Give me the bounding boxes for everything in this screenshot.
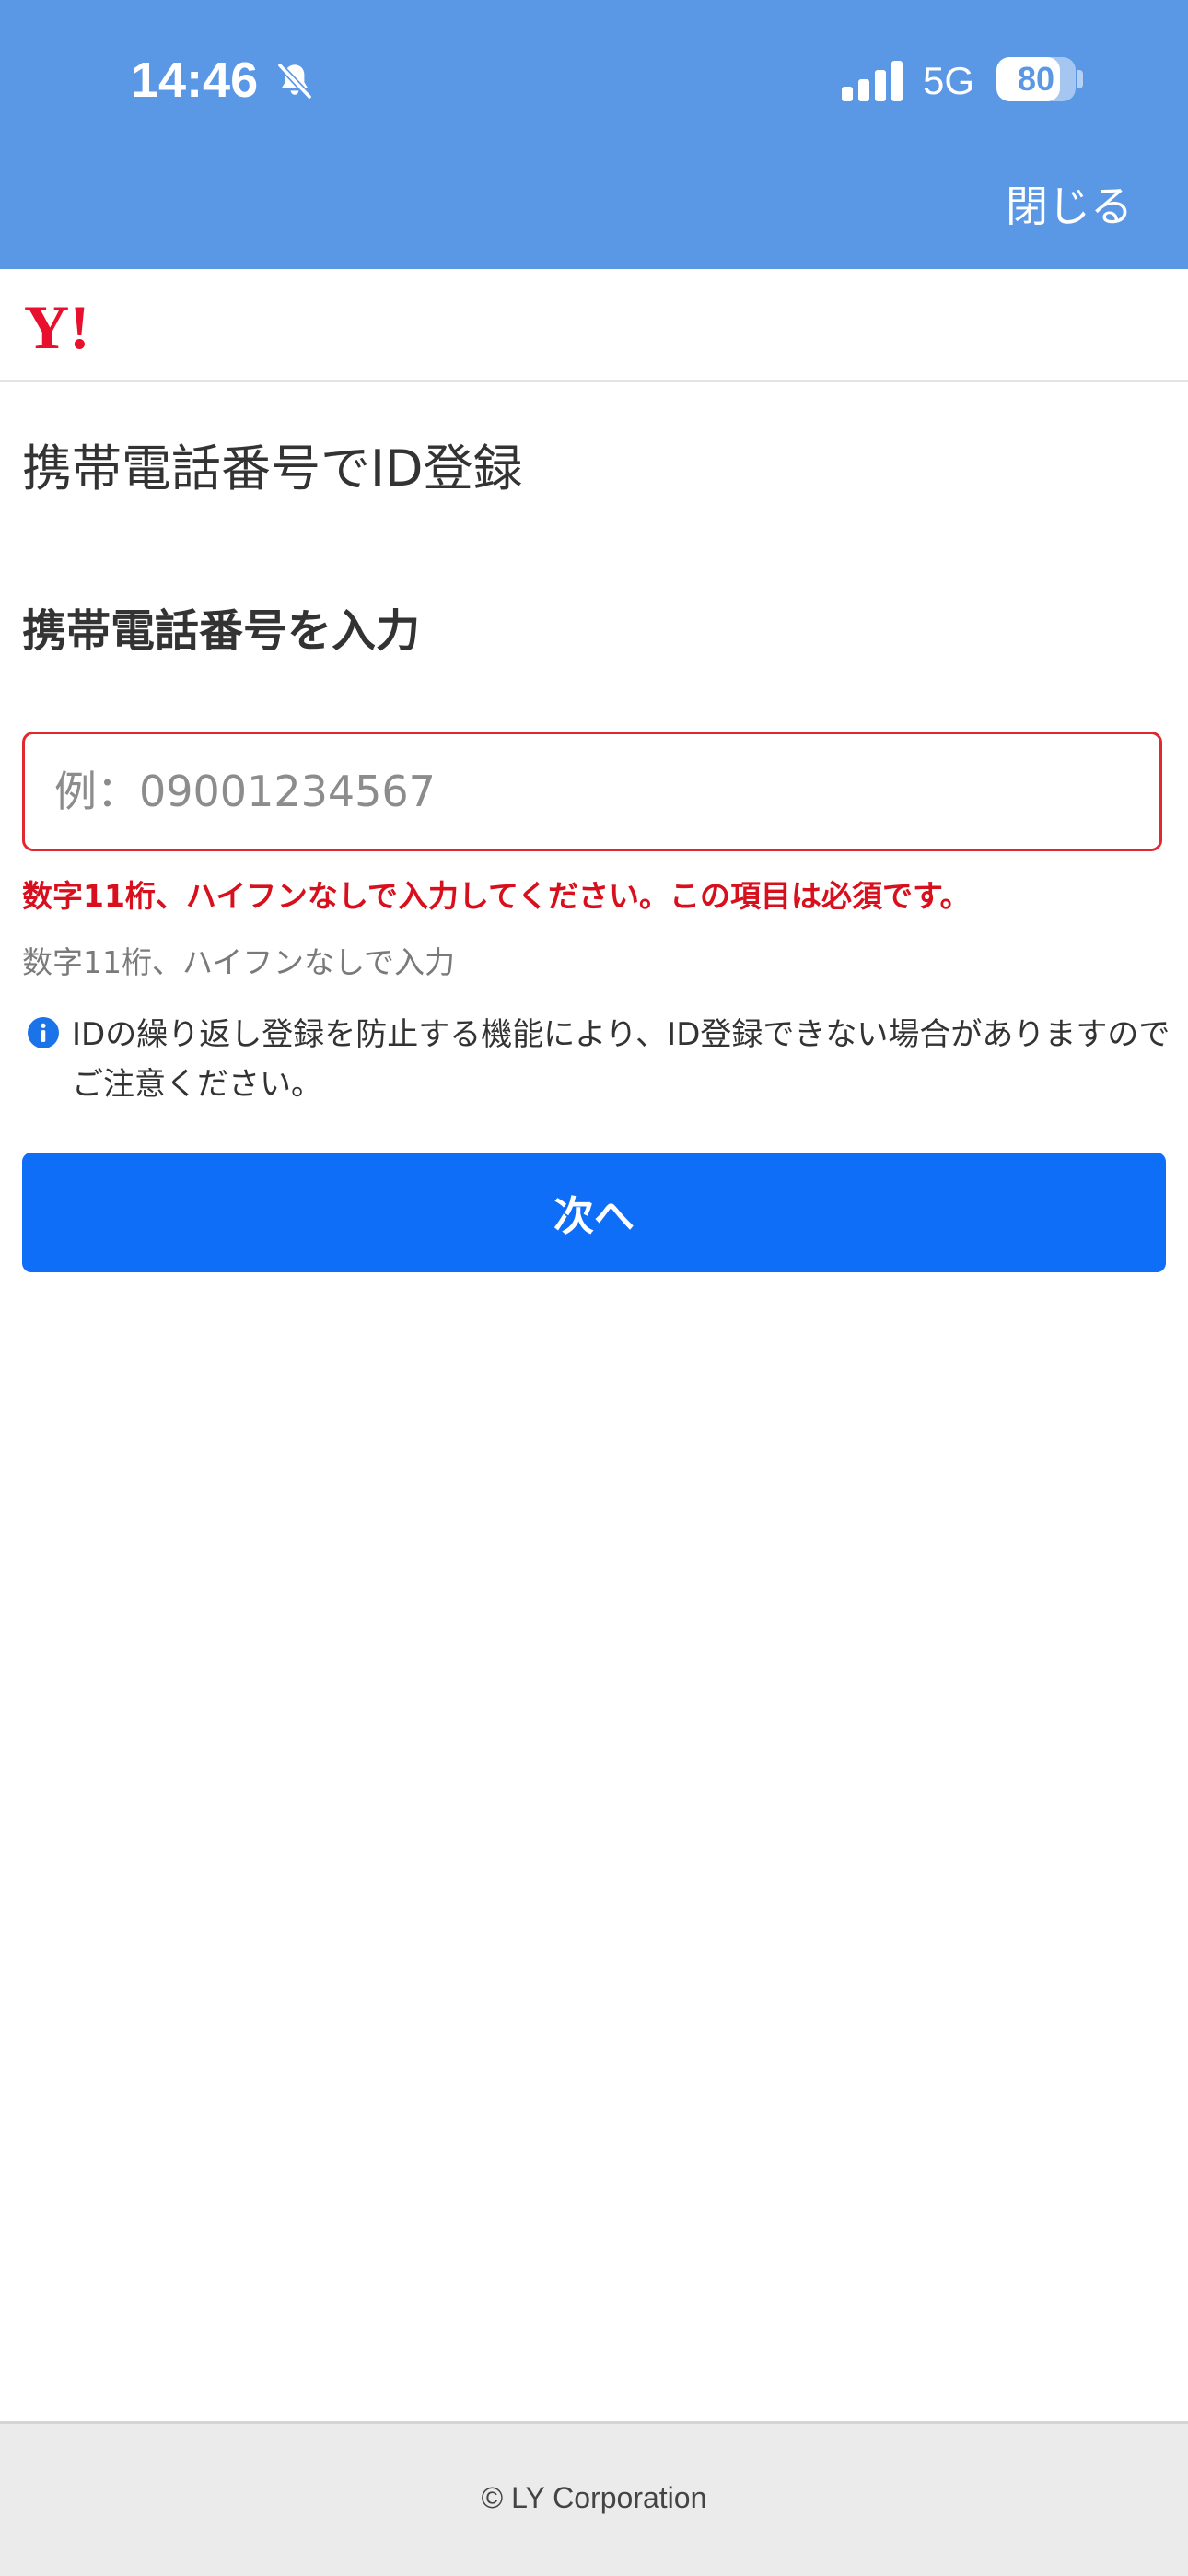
site-header: Y! (0, 269, 1188, 382)
yahoo-logo[interactable]: Y! (24, 297, 131, 356)
cellular-signal-icon (842, 61, 903, 101)
info-icon (28, 1017, 59, 1048)
status-time: 14:46 (131, 53, 259, 108)
bell-muted-icon (277, 63, 312, 100)
close-button[interactable]: 閉じる (1006, 177, 1133, 236)
battery-percentage: 80 (1017, 60, 1055, 98)
network-type-label: 5G (923, 59, 975, 102)
input-hint: 数字11桁、ハイフンなしで入力 (22, 944, 456, 980)
section-heading: 携帯電話番号を入力 (22, 605, 421, 657)
phone-number-input[interactable] (22, 732, 1162, 851)
next-button[interactable]: 次へ (22, 1153, 1166, 1272)
logo-text: Y! (24, 297, 90, 356)
registration-notice: IDの繰り返し登録を防止する機能により、ID登録できない場合がありますのでご注意… (22, 1010, 1173, 1109)
footer: © LY Corporation (0, 2421, 1188, 2576)
battery-icon: 80 (996, 57, 1076, 101)
copyright-text: © LY Corporation (481, 2481, 707, 2514)
notice-text: IDの繰り返し登録を防止する機能により、ID登録できない場合がありますのでご注意… (72, 1016, 1171, 1103)
battery-cap (1077, 70, 1083, 88)
page-title: 携帯電話番号でID登録 (22, 439, 523, 498)
error-message: 数字11桁、ハイフンなしで入力してください。この項目は必須です。 (22, 878, 971, 914)
browser-top-bar: 14:46 5G 80 閉じる (0, 0, 1188, 269)
